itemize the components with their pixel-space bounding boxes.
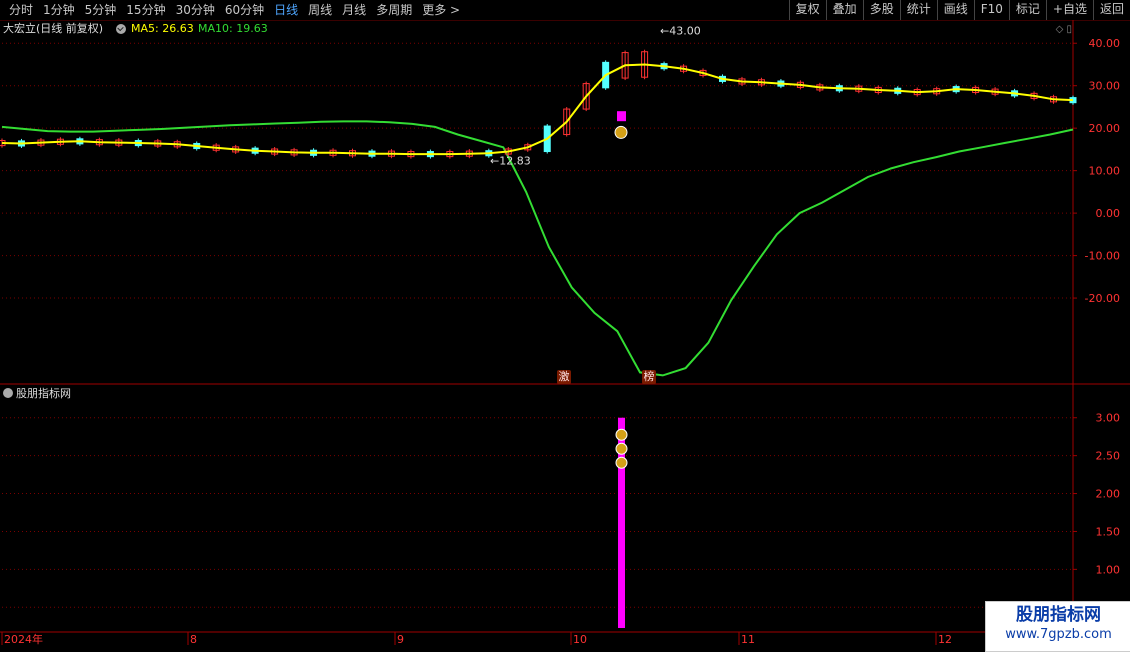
main-y-tick-label: 0.00 — [1096, 207, 1121, 220]
ma10-line — [1, 120, 1074, 377]
ma5-line — [1, 63, 1074, 156]
indicator-y-tick-label: 3.00 — [1096, 412, 1121, 425]
main-y-tick-label: 20.00 — [1089, 122, 1121, 135]
indicator-y-tick-label: 2.50 — [1096, 450, 1121, 463]
x-axis-label: 11 — [741, 633, 755, 646]
low-price-marker: ←12.83 — [490, 155, 531, 168]
money-bag-icon — [615, 442, 628, 455]
tag-ji[interactable]: 激 — [557, 370, 571, 384]
watermark: 股朋指标网 www.7gpzb.com — [985, 601, 1130, 652]
x-axis-label: 9 — [397, 633, 404, 646]
x-axis-label: 10 — [573, 633, 587, 646]
indicator-title: 股朋指标网 — [3, 387, 71, 401]
indicator-name: 股朋指标网 — [16, 387, 71, 400]
x-axis-label: 8 — [190, 633, 197, 646]
main-y-tick-label: 30.00 — [1089, 80, 1121, 93]
high-price-marker: ←43.00 — [660, 24, 701, 37]
money-bag-icon — [614, 125, 628, 139]
indicator-y-tick-label: 1.00 — [1096, 563, 1121, 576]
signal-marker-main — [617, 111, 626, 122]
main-y-tick-label: 40.00 — [1089, 37, 1121, 50]
money-bag-icon — [615, 428, 628, 441]
indicator-y-tick-label: 1.50 — [1096, 525, 1121, 538]
indicator-toggle-icon[interactable] — [3, 388, 13, 398]
tag-bang[interactable]: 榜 — [642, 370, 656, 384]
x-axis-label: 2024年 — [4, 632, 43, 646]
kline-chart[interactable]: 40.00 30.00 20.00 10.00 0.00 -10.00 -20.00 ←43.… — [0, 0, 1130, 650]
x-axis-label: 12 — [938, 633, 952, 646]
main-y-tick-label: -10.00 — [1085, 250, 1120, 263]
indicator-y-tick-label: 2.00 — [1096, 488, 1121, 501]
main-y-tick-label: 10.00 — [1089, 165, 1121, 178]
watermark-title: 股朋指标网 — [1016, 605, 1101, 625]
money-bag-icon — [615, 456, 628, 469]
main-y-tick-label: -20.00 — [1085, 292, 1120, 305]
watermark-url: www.7gpzb.com — [1005, 627, 1112, 642]
